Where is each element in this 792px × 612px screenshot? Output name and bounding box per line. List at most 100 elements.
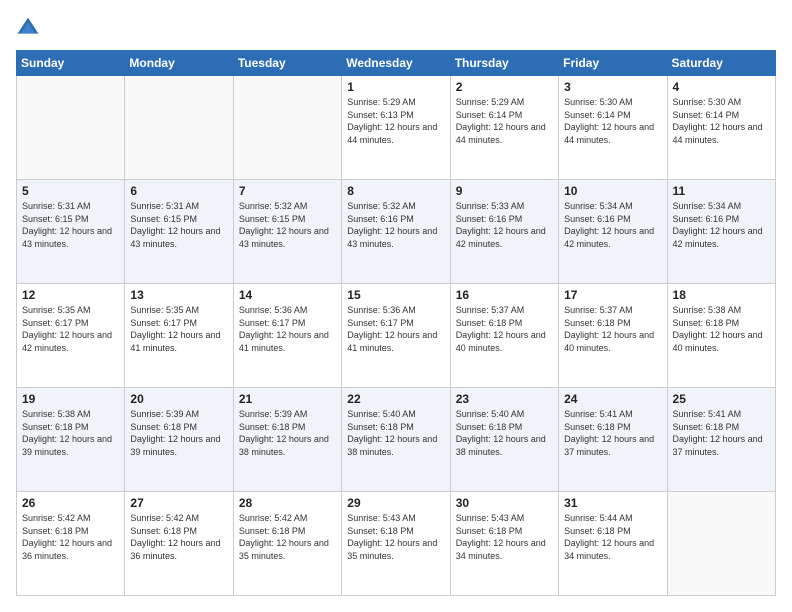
- day-number: 14: [239, 288, 336, 302]
- day-info: Sunrise: 5:34 AM Sunset: 6:16 PM Dayligh…: [564, 200, 661, 250]
- day-cell-19: 19 Sunrise: 5:38 AM Sunset: 6:18 PM Dayli…: [17, 388, 125, 492]
- week-row-5: 26Sunrise: 5:42 AM Sunset: 6:18 PM Dayli…: [17, 492, 776, 596]
- day-cell-3: 3 Sunrise: 5:30 AM Sunset: 6:14 PM Daylig…: [559, 76, 667, 180]
- day-info: Sunrise: 5:33 AM Sunset: 6:16 PM Dayligh…: [456, 200, 553, 250]
- day-cell-1: 1 Sunrise: 5:29 AM Sunset: 6:13 PM Daylig…: [342, 76, 450, 180]
- day-info: Sunrise: 5:32 AM Sunset: 6:15 PM Dayligh…: [239, 200, 336, 250]
- day-cell-16: 16Sunrise: 5:37 AM Sunset: 6:18 PM Dayli…: [450, 284, 558, 388]
- day-cell-5: 5Sunrise: 5:31 AM Sunset: 6:15 PM Daylig…: [17, 180, 125, 284]
- day-number: 8: [347, 184, 444, 198]
- day-number: 7: [239, 184, 336, 198]
- week-row-4: 19 Sunrise: 5:38 AM Sunset: 6:18 PM Dayli…: [17, 388, 776, 492]
- day-number: 3: [564, 80, 661, 94]
- day-cell-7: 7 Sunrise: 5:32 AM Sunset: 6:15 PM Daylig…: [233, 180, 341, 284]
- day-number: 9: [456, 184, 553, 198]
- header: [16, 16, 776, 40]
- day-info: Sunrise: 5:37 AM Sunset: 6:18 PM Dayligh…: [564, 304, 661, 354]
- day-cell-22: 22 Sunrise: 5:40 AM Sunset: 6:18 PM Dayli…: [342, 388, 450, 492]
- day-info: Sunrise: 5:41 AM Sunset: 6:18 PM Dayligh…: [673, 408, 770, 458]
- day-number: 28: [239, 496, 336, 510]
- day-cell-25: 25Sunrise: 5:41 AM Sunset: 6:18 PM Dayli…: [667, 388, 775, 492]
- calendar-table: SundayMondayTuesdayWednesdayThursdayFrid…: [16, 50, 776, 596]
- day-info: Sunrise: 5:30 AM Sunset: 6:14 PM Dayligh…: [564, 96, 661, 146]
- day-number: 31: [564, 496, 661, 510]
- day-info: Sunrise: 5:41 AM Sunset: 6:18 PM Dayligh…: [564, 408, 661, 458]
- day-cell-28: 28 Sunrise: 5:42 AM Sunset: 6:18 PM Dayli…: [233, 492, 341, 596]
- day-number: 12: [22, 288, 119, 302]
- empty-cell: [125, 76, 233, 180]
- empty-cell: [233, 76, 341, 180]
- day-cell-21: 21 Sunrise: 5:39 AM Sunset: 6:18 PM Dayli…: [233, 388, 341, 492]
- day-cell-2: 2 Sunrise: 5:29 AM Sunset: 6:14 PM Daylig…: [450, 76, 558, 180]
- day-cell-31: 31 Sunrise: 5:44 AM Sunset: 6:18 PM Dayli…: [559, 492, 667, 596]
- day-number: 4: [673, 80, 770, 94]
- day-cell-20: 20 Sunrise: 5:39 AM Sunset: 6:18 PM Dayli…: [125, 388, 233, 492]
- day-cell-10: 10 Sunrise: 5:34 AM Sunset: 6:16 PM Dayli…: [559, 180, 667, 284]
- day-cell-14: 14 Sunrise: 5:36 AM Sunset: 6:17 PM Dayli…: [233, 284, 341, 388]
- day-info: Sunrise: 5:31 AM Sunset: 6:15 PM Dayligh…: [22, 200, 119, 250]
- weekday-friday: Friday: [559, 51, 667, 76]
- day-info: Sunrise: 5:37 AM Sunset: 6:18 PM Dayligh…: [456, 304, 553, 354]
- day-info: Sunrise: 5:29 AM Sunset: 6:14 PM Dayligh…: [456, 96, 553, 146]
- day-info: Sunrise: 5:38 AM Sunset: 6:18 PM Dayligh…: [22, 408, 119, 458]
- weekday-saturday: Saturday: [667, 51, 775, 76]
- day-number: 20: [130, 392, 227, 406]
- day-info: Sunrise: 5:40 AM Sunset: 6:18 PM Dayligh…: [456, 408, 553, 458]
- day-number: 27: [130, 496, 227, 510]
- day-number: 23: [456, 392, 553, 406]
- day-info: Sunrise: 5:42 AM Sunset: 6:18 PM Dayligh…: [239, 512, 336, 562]
- weekday-header-row: SundayMondayTuesdayWednesdayThursdayFrid…: [17, 51, 776, 76]
- day-info: Sunrise: 5:44 AM Sunset: 6:18 PM Dayligh…: [564, 512, 661, 562]
- day-info: Sunrise: 5:42 AM Sunset: 6:18 PM Dayligh…: [22, 512, 119, 562]
- day-info: Sunrise: 5:35 AM Sunset: 6:17 PM Dayligh…: [130, 304, 227, 354]
- day-cell-4: 4 Sunrise: 5:30 AM Sunset: 6:14 PM Daylig…: [667, 76, 775, 180]
- day-cell-11: 11 Sunrise: 5:34 AM Sunset: 6:16 PM Dayli…: [667, 180, 775, 284]
- day-number: 22: [347, 392, 444, 406]
- day-number: 17: [564, 288, 661, 302]
- day-info: Sunrise: 5:36 AM Sunset: 6:17 PM Dayligh…: [347, 304, 444, 354]
- day-cell-27: 27Sunrise: 5:42 AM Sunset: 6:18 PM Dayli…: [125, 492, 233, 596]
- day-number: 1: [347, 80, 444, 94]
- day-number: 10: [564, 184, 661, 198]
- day-cell-12: 12 Sunrise: 5:35 AM Sunset: 6:17 PM Dayli…: [17, 284, 125, 388]
- week-row-2: 5Sunrise: 5:31 AM Sunset: 6:15 PM Daylig…: [17, 180, 776, 284]
- day-number: 18: [673, 288, 770, 302]
- day-cell-18: 18 Sunrise: 5:38 AM Sunset: 6:18 PM Dayli…: [667, 284, 775, 388]
- logo-icon: [16, 16, 40, 40]
- day-number: 29: [347, 496, 444, 510]
- day-number: 24: [564, 392, 661, 406]
- day-cell-15: 15Sunrise: 5:36 AM Sunset: 6:17 PM Dayli…: [342, 284, 450, 388]
- day-cell-30: 30 Sunrise: 5:43 AM Sunset: 6:18 PM Dayli…: [450, 492, 558, 596]
- day-cell-9: 9 Sunrise: 5:33 AM Sunset: 6:16 PM Daylig…: [450, 180, 558, 284]
- day-info: Sunrise: 5:38 AM Sunset: 6:18 PM Dayligh…: [673, 304, 770, 354]
- page: SundayMondayTuesdayWednesdayThursdayFrid…: [0, 0, 792, 612]
- day-info: Sunrise: 5:39 AM Sunset: 6:18 PM Dayligh…: [130, 408, 227, 458]
- day-info: Sunrise: 5:29 AM Sunset: 6:13 PM Dayligh…: [347, 96, 444, 146]
- day-cell-17: 17 Sunrise: 5:37 AM Sunset: 6:18 PM Dayli…: [559, 284, 667, 388]
- weekday-tuesday: Tuesday: [233, 51, 341, 76]
- day-info: Sunrise: 5:30 AM Sunset: 6:14 PM Dayligh…: [673, 96, 770, 146]
- weekday-sunday: Sunday: [17, 51, 125, 76]
- day-info: Sunrise: 5:40 AM Sunset: 6:18 PM Dayligh…: [347, 408, 444, 458]
- day-cell-26: 26Sunrise: 5:42 AM Sunset: 6:18 PM Dayli…: [17, 492, 125, 596]
- day-info: Sunrise: 5:32 AM Sunset: 6:16 PM Dayligh…: [347, 200, 444, 250]
- weekday-thursday: Thursday: [450, 51, 558, 76]
- day-number: 30: [456, 496, 553, 510]
- day-number: 19: [22, 392, 119, 406]
- day-number: 21: [239, 392, 336, 406]
- empty-cell: [17, 76, 125, 180]
- day-info: Sunrise: 5:35 AM Sunset: 6:17 PM Dayligh…: [22, 304, 119, 354]
- day-info: Sunrise: 5:43 AM Sunset: 6:18 PM Dayligh…: [347, 512, 444, 562]
- day-info: Sunrise: 5:43 AM Sunset: 6:18 PM Dayligh…: [456, 512, 553, 562]
- logo: [16, 16, 44, 40]
- day-info: Sunrise: 5:31 AM Sunset: 6:15 PM Dayligh…: [130, 200, 227, 250]
- day-info: Sunrise: 5:39 AM Sunset: 6:18 PM Dayligh…: [239, 408, 336, 458]
- day-info: Sunrise: 5:34 AM Sunset: 6:16 PM Dayligh…: [673, 200, 770, 250]
- day-number: 6: [130, 184, 227, 198]
- day-number: 2: [456, 80, 553, 94]
- day-cell-13: 13Sunrise: 5:35 AM Sunset: 6:17 PM Dayli…: [125, 284, 233, 388]
- day-cell-23: 23 Sunrise: 5:40 AM Sunset: 6:18 PM Dayli…: [450, 388, 558, 492]
- day-info: Sunrise: 5:36 AM Sunset: 6:17 PM Dayligh…: [239, 304, 336, 354]
- day-number: 11: [673, 184, 770, 198]
- day-cell-24: 24 Sunrise: 5:41 AM Sunset: 6:18 PM Dayli…: [559, 388, 667, 492]
